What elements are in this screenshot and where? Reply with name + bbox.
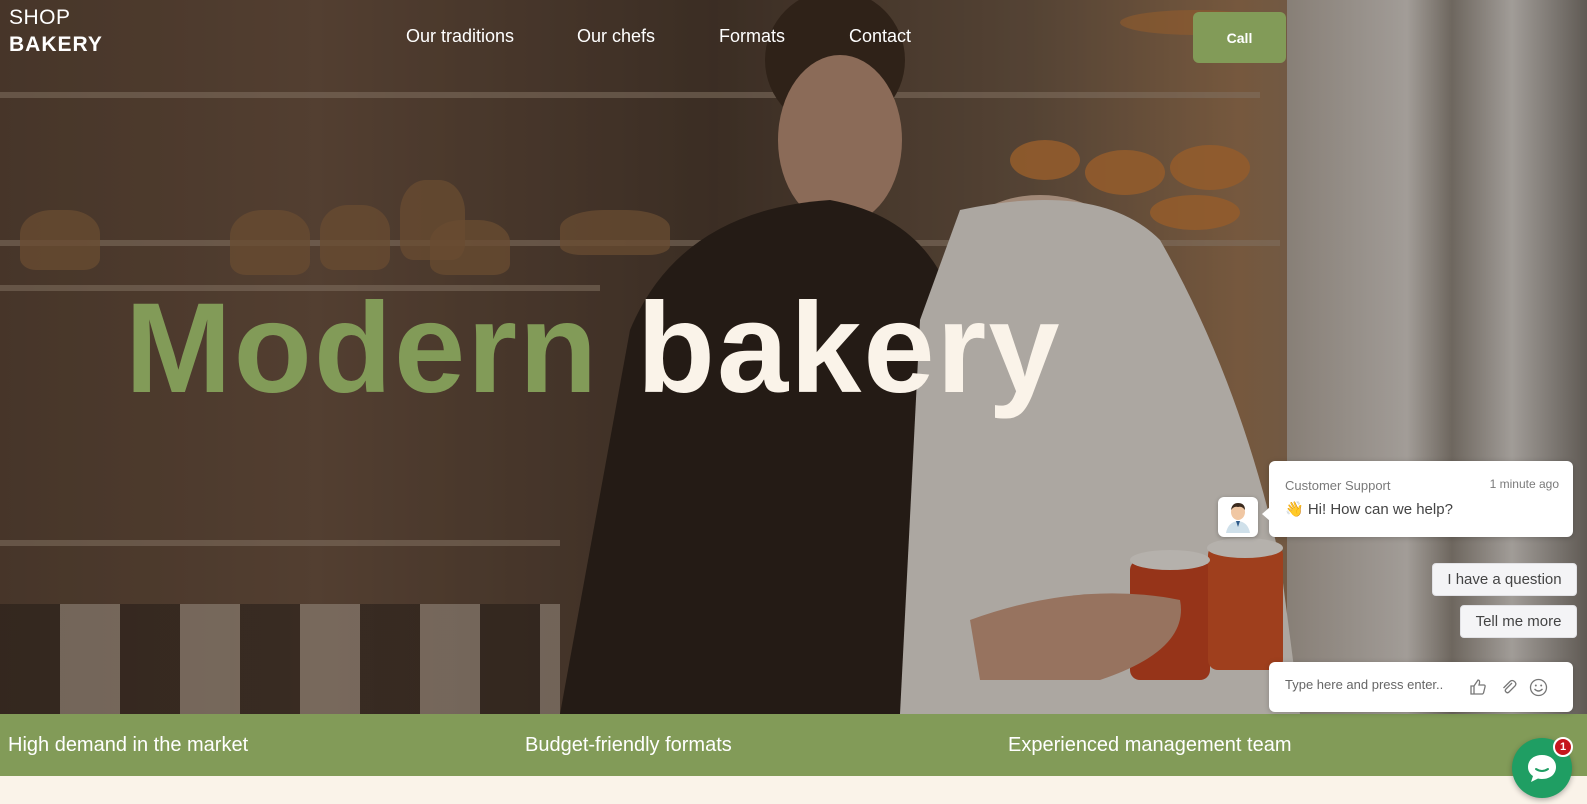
quick-reply-question[interactable]: I have a question xyxy=(1432,563,1577,596)
nav-our-chefs[interactable]: Our chefs xyxy=(577,26,655,47)
hero-headline: Modern bakery xyxy=(125,281,1062,416)
chat-text-input[interactable] xyxy=(1285,677,1465,692)
nav-our-traditions[interactable]: Our traditions xyxy=(406,26,514,47)
logo-line-bakery: BAKERY xyxy=(9,33,103,56)
quick-reply-tell-more[interactable]: Tell me more xyxy=(1460,605,1577,638)
unread-badge: 1 xyxy=(1553,737,1573,757)
chat-bubble-icon xyxy=(1528,755,1556,782)
page-section-below xyxy=(0,776,1587,804)
headline-word-bakery: bakery xyxy=(636,277,1062,420)
agent-name: Customer Support xyxy=(1285,478,1391,493)
smiley-icon[interactable] xyxy=(1527,676,1549,698)
paperclip-icon[interactable] xyxy=(1498,676,1520,698)
logo-line-shop: SHOP xyxy=(9,6,71,29)
nav-contact[interactable]: Contact xyxy=(849,26,911,47)
nav-formats[interactable]: Formats xyxy=(719,26,785,47)
feature-high-demand: High demand in the market xyxy=(8,734,249,756)
headline-word-modern: Modern xyxy=(125,277,600,420)
chat-input-box xyxy=(1269,662,1573,712)
call-button[interactable]: Call xyxy=(1193,12,1286,63)
feature-management-team: Experienced management team xyxy=(1008,734,1292,756)
thumbs-up-icon[interactable] xyxy=(1467,676,1489,698)
agent-avatar-icon xyxy=(1226,503,1250,533)
feature-budget-formats: Budget-friendly formats xyxy=(525,734,732,756)
logo[interactable]: SHOP BAKERY xyxy=(9,7,103,55)
features-strip: High demand in the market Budget-friendl… xyxy=(0,714,1587,776)
greeting-message: 👋 Hi! How can we help? xyxy=(1285,501,1453,518)
chat-message-bubble: Customer Support 1 minute ago 👋 Hi! How … xyxy=(1262,461,1573,537)
support-avatar xyxy=(1218,497,1258,537)
message-time: 1 minute ago xyxy=(1489,477,1559,491)
